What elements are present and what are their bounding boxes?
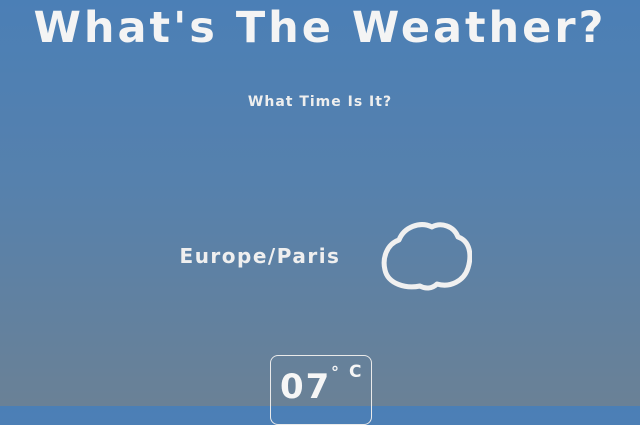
- degree-symbol: °: [331, 363, 339, 382]
- location-label: Europe/Paris: [179, 244, 341, 268]
- temperature-unit[interactable]: C: [349, 363, 361, 381]
- temperature-value: 07: [280, 367, 332, 407]
- weather-app: What's The Weather? What Time Is It? Eur…: [0, 0, 640, 425]
- temperature-toggle[interactable]: 07 ° C: [270, 355, 372, 425]
- cloud-icon: [381, 222, 472, 291]
- page-title: What's The Weather?: [33, 3, 607, 53]
- what-time-link[interactable]: What Time Is It?: [0, 92, 640, 112]
